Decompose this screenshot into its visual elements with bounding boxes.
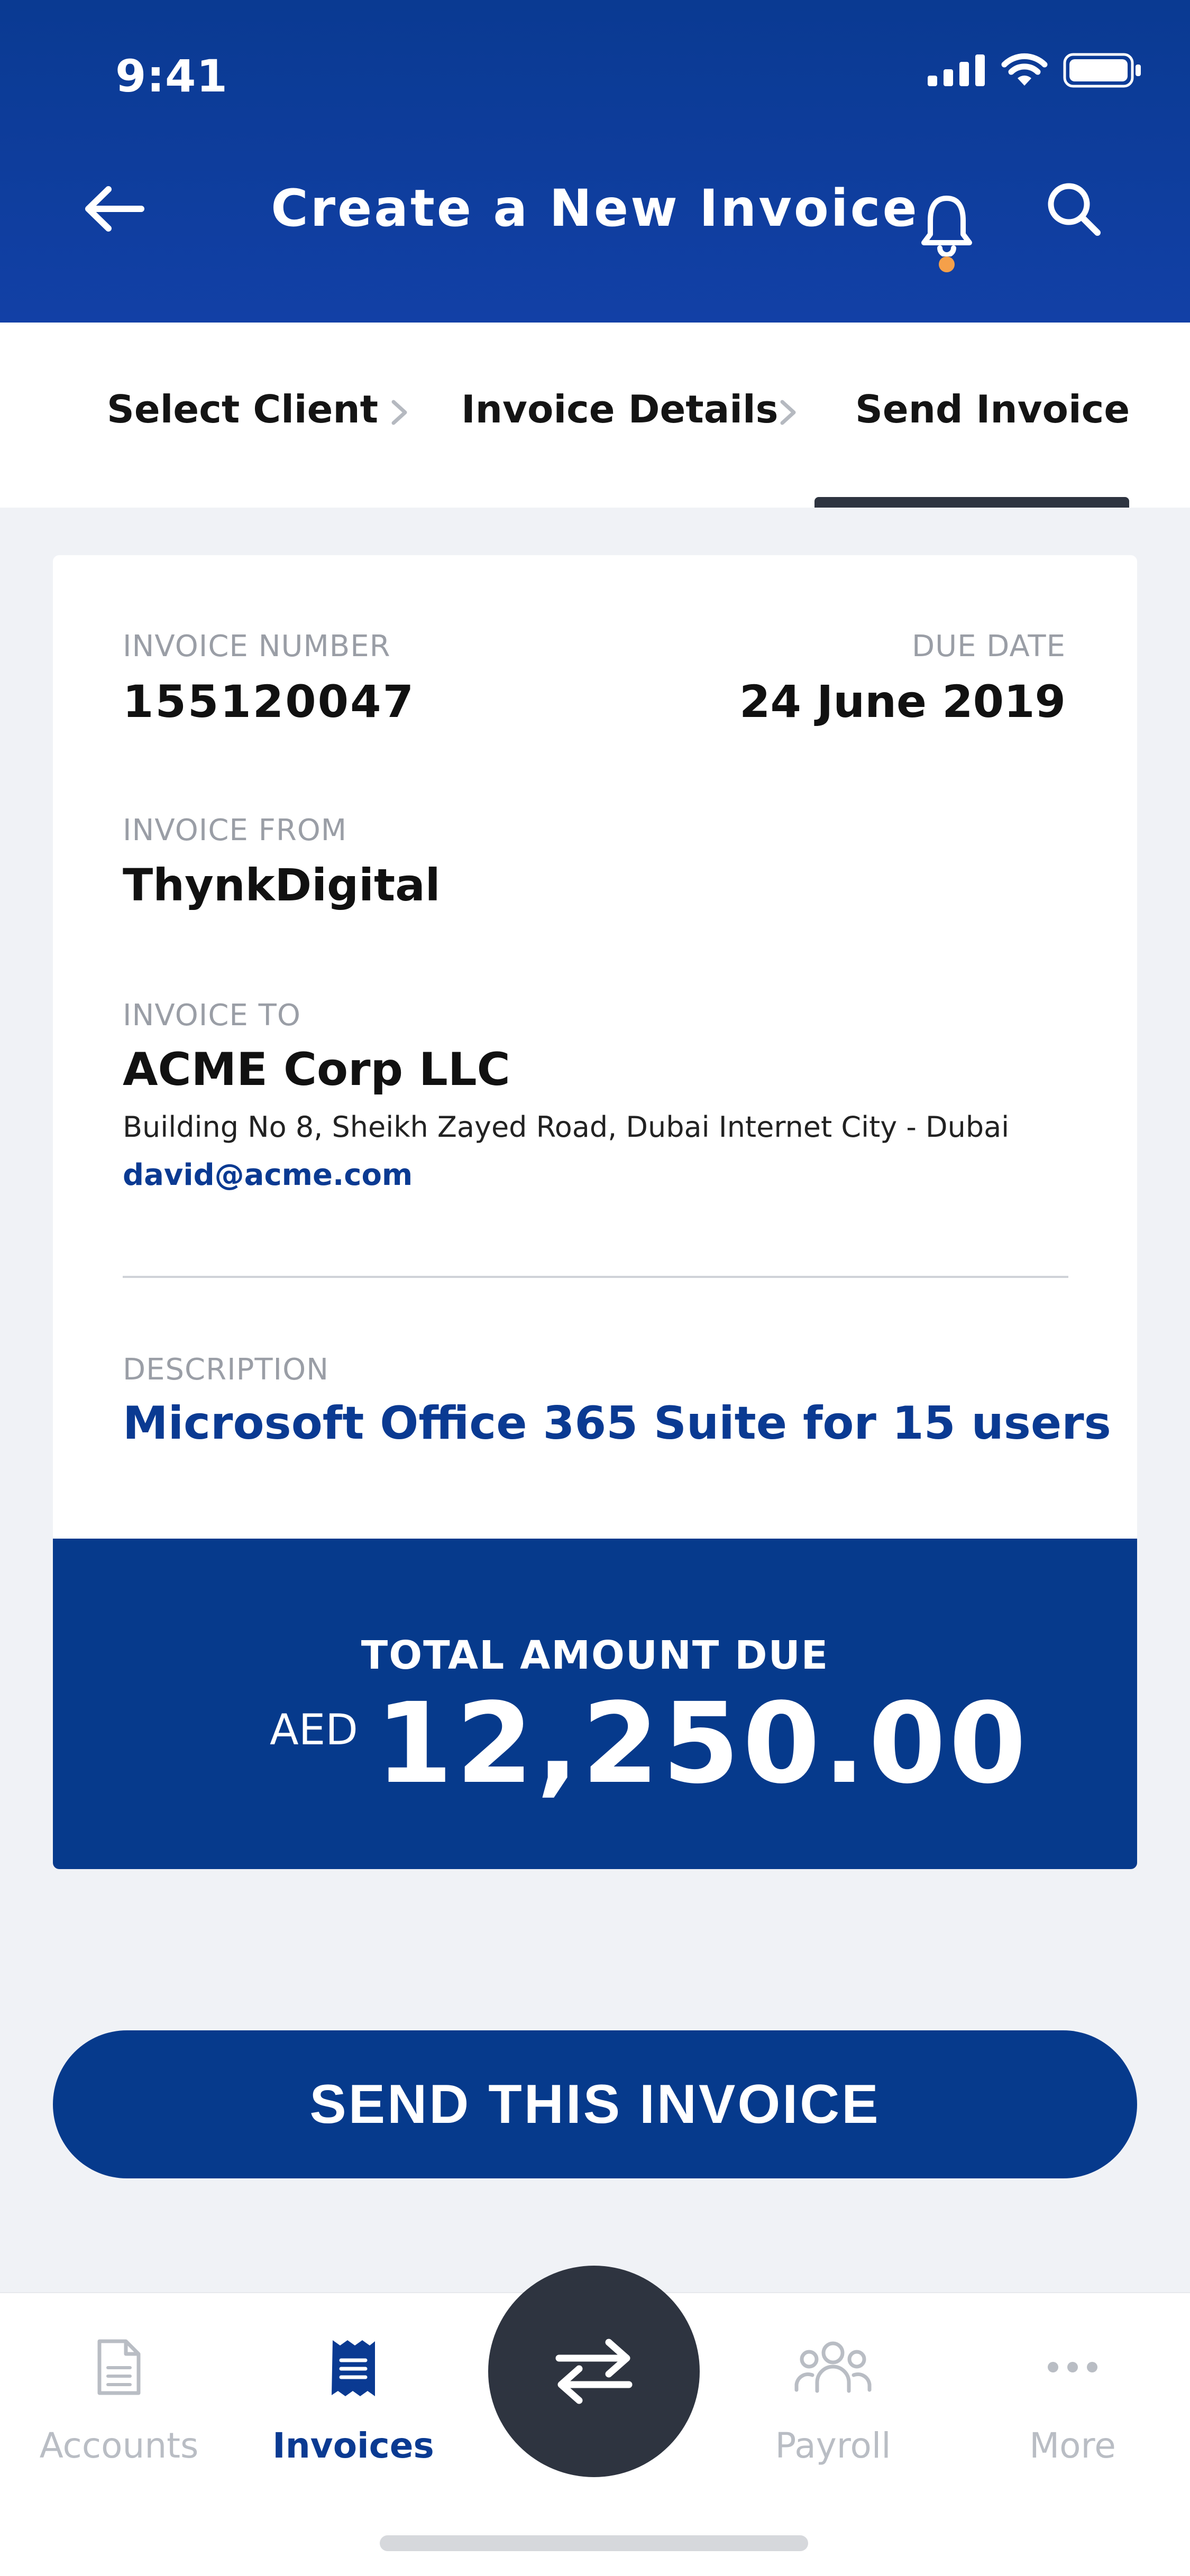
invoice-from: ThynkDigital <box>123 859 441 911</box>
invoice-from-label: INVOICE FROM <box>123 813 347 848</box>
currency-code: AED <box>270 1705 358 1754</box>
send-invoice-label: SEND THIS INVOICE <box>309 2073 881 2135</box>
total-amount-value: 12,250.00 <box>376 1679 1030 1808</box>
chevron-right-icon <box>780 400 796 425</box>
app-header: 9:41 Create a New Invoice <box>0 0 1190 323</box>
step-invoice-details[interactable]: Invoice Details <box>461 387 779 431</box>
description-label: DESCRIPTION <box>123 1353 329 1387</box>
home-indicator[interactable] <box>380 2535 808 2551</box>
people-icon <box>794 2341 872 2393</box>
bell-icon <box>921 196 972 256</box>
status-icons <box>928 53 1142 88</box>
client-address: Building No 8, Sheikh Zayed Road, Dubai … <box>123 1110 1010 1144</box>
tab-payroll[interactable]: Payroll <box>748 2293 918 2515</box>
invoice-number-label: INVOICE NUMBER <box>123 629 391 664</box>
due-date: 24 June 2019 <box>739 676 1066 728</box>
tab-more-label: More <box>1029 2425 1116 2466</box>
tab-invoices[interactable]: Invoices <box>269 2293 438 2515</box>
notification-dot <box>939 256 955 272</box>
tab-accounts[interactable]: Accounts <box>34 2293 204 2515</box>
chevron-right-icon <box>391 400 407 425</box>
invoice-number: 155120047 <box>123 676 416 728</box>
status-time: 9:41 <box>115 50 228 102</box>
invoice-summary-card: INVOICE NUMBER 155120047 DUE DATE 24 Jun… <box>53 555 1137 1869</box>
invoice-to-label: INVOICE TO <box>123 998 301 1033</box>
step-select-client[interactable]: Select Client <box>107 387 378 431</box>
battery-icon <box>1063 53 1141 88</box>
send-invoice-button[interactable]: SEND THIS INVOICE <box>53 2030 1137 2178</box>
divider <box>123 1276 1068 1278</box>
invoice-description: Microsoft Office 365 Suite for 15 users <box>123 1397 1111 1450</box>
client-email-link[interactable]: david@acme.com <box>123 1158 413 1192</box>
page-title: Create a New Invoice <box>271 179 919 238</box>
tab-more[interactable]: More <box>988 2293 1157 2515</box>
tab-invoices-label: Invoices <box>272 2425 434 2466</box>
step-send-invoice[interactable]: Send Invoice <box>855 387 1130 431</box>
tab-accounts-label: Accounts <box>39 2425 199 2466</box>
transfer-arrows-icon <box>555 2339 633 2404</box>
tab-payroll-label: Payroll <box>775 2425 891 2466</box>
total-amount-panel: TOTAL AMOUNT DUE AED 12,250.00 <box>53 1539 1137 1869</box>
due-date-label: DUE DATE <box>912 629 1066 664</box>
transfer-button[interactable] <box>488 2266 700 2477</box>
more-dots-icon <box>1048 2362 1097 2372</box>
total-amount-label: TOTAL AMOUNT DUE <box>361 1633 829 1678</box>
client-name: ACME Corp LLC <box>123 1043 510 1096</box>
receipt-icon <box>332 2340 375 2396</box>
wifi-icon <box>1001 53 1048 86</box>
search-icon <box>1048 183 1101 236</box>
document-icon <box>97 2339 141 2395</box>
active-step-indicator <box>814 497 1129 508</box>
search-button[interactable] <box>1034 169 1113 249</box>
stepper: Select Client Invoice Details Send Invoi… <box>0 323 1190 508</box>
signal-icon <box>928 54 985 86</box>
